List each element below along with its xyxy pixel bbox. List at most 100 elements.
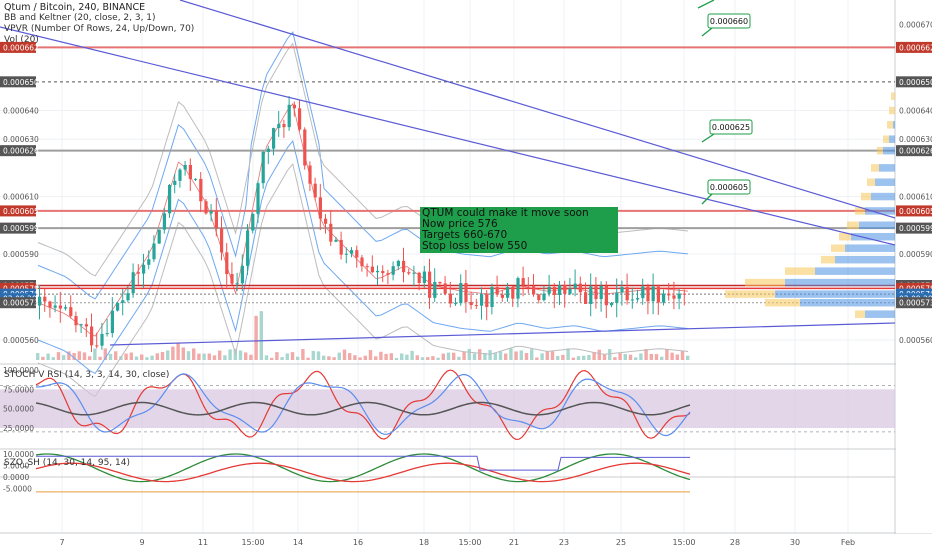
left-price-tick: 0.000640 — [3, 107, 39, 116]
left-price-badge-label: 0.000573 — [3, 299, 39, 308]
candle-body — [126, 293, 130, 301]
candle-body — [303, 129, 307, 166]
volume-bar — [524, 352, 529, 360]
volume-bar — [218, 350, 222, 360]
volume-bar — [623, 353, 627, 360]
candle-body — [500, 294, 504, 298]
candle-body — [194, 178, 198, 180]
candle-body — [334, 239, 338, 242]
trade-idea-note: QTUM could make it move soon Now price 5… — [420, 207, 618, 253]
volume-bar — [51, 357, 55, 360]
volume-bar — [566, 348, 570, 360]
callout-label: 0.000660 — [710, 17, 748, 26]
volume-bar — [535, 357, 539, 360]
candle-body — [386, 273, 390, 275]
vpvr-up-bar — [865, 310, 895, 318]
candle-body — [58, 305, 62, 309]
time-tick-label: 11 — [198, 538, 208, 547]
candle-body — [568, 288, 572, 294]
time-axis[interactable]: 7 9 11 15:00 14 16 18 15:00 21 23 25 15:00 28 30 Feb — [0, 534, 932, 550]
callout-label: 0.000605 — [710, 183, 748, 192]
volume-bar — [509, 348, 513, 360]
indicator-volume[interactable]: Vol (20) — [4, 35, 194, 46]
symbol-title[interactable]: Qtum / Bitcoin, 240, BINANCE — [4, 2, 194, 13]
candle-body — [604, 285, 608, 306]
vpvr-up-bar — [859, 221, 895, 230]
time-tick-label: 15:00 — [241, 538, 264, 547]
volume-bar — [62, 355, 66, 360]
vpvr-down-bar — [831, 244, 845, 252]
volume-bar — [400, 353, 404, 360]
vpvr-down-bar — [867, 178, 875, 186]
indicator-bb-keltner[interactable]: BB and Keltner (20, close, 2, 3, 1) — [4, 13, 194, 24]
candle-body — [641, 286, 645, 299]
volume-bar — [608, 349, 612, 360]
time-tick-label: 15:00 — [672, 538, 695, 547]
volume-bar — [561, 354, 565, 360]
time-tick-label: 15:00 — [458, 538, 481, 547]
time-tick-label: 16 — [353, 538, 363, 547]
candle-body — [396, 260, 400, 267]
candle-body — [459, 282, 463, 304]
volume-bar — [441, 353, 445, 360]
candle-body — [157, 229, 161, 244]
callout-pointer — [701, 133, 715, 143]
time-tick-label: 14 — [293, 538, 303, 547]
price-axis[interactable]: 0.000670 0.000640 0.000630 0.000610 0.000590… — [0, 0, 932, 533]
volume-bar — [452, 352, 456, 360]
candle-body — [329, 223, 333, 242]
volume-bar — [639, 353, 643, 360]
candle-body — [277, 124, 281, 129]
candle-body — [412, 272, 416, 274]
candle-body — [251, 213, 255, 231]
szo-upper-line — [36, 455, 690, 471]
volume-bar — [56, 352, 61, 360]
candle-body — [506, 287, 510, 298]
szo-tick-left: -5.0000 — [3, 485, 32, 494]
vpvr-down-bar — [891, 92, 895, 100]
candle-body — [537, 294, 541, 301]
volume-bar — [337, 352, 341, 360]
price-tick-label: 0.000670 — [899, 20, 932, 29]
volume-bar — [108, 353, 113, 360]
volume-bar — [358, 357, 362, 360]
candle-body — [578, 283, 582, 293]
candle-body — [183, 165, 187, 170]
candle-body — [391, 266, 395, 275]
chart-canvas[interactable]: 0.0006600.0006250.000605 100.0000100.000… — [0, 0, 932, 550]
vpvr-down-bar — [855, 310, 865, 318]
candle-body — [584, 292, 588, 304]
candle-body — [110, 310, 114, 334]
price-badge-label: 0.000662 — [899, 43, 932, 52]
candle-body — [230, 274, 234, 284]
volume-bar — [462, 351, 466, 360]
volume-bar — [654, 354, 659, 360]
volume-bar — [374, 356, 378, 360]
candle-body — [64, 307, 68, 309]
szo-title[interactable]: SZO_SH (14, 30, 14, 95, 14) — [4, 458, 130, 469]
volume-bar — [77, 351, 81, 360]
volume-bar — [368, 350, 373, 360]
candle-body — [599, 285, 603, 300]
candle-body — [490, 287, 494, 307]
candle-body — [90, 326, 94, 346]
indicator-vpvr[interactable]: VPVR (Number Of Rows, 24, Up/Down, 70) — [4, 24, 194, 35]
volume-bar — [124, 353, 128, 360]
stoch-title[interactable]: STOCH V RSI (14, 3, 3, 14, 30, close) — [4, 370, 169, 381]
volume-bar — [665, 349, 669, 360]
volume-bar — [634, 357, 638, 360]
candle-body — [173, 180, 177, 185]
candle-body — [121, 300, 125, 303]
left-price-badge-label: 0.000605 — [3, 207, 39, 216]
price-tick-label: 0.000640 — [899, 107, 932, 116]
szo-red-line — [35, 462, 691, 483]
volume-bar — [327, 356, 331, 360]
volume-bar — [431, 356, 435, 360]
volume-bar — [212, 355, 217, 360]
candle-body — [610, 302, 614, 306]
candle-body — [292, 104, 296, 109]
volume-bar — [322, 355, 326, 360]
stoch-legend: STOCH V RSI (14, 3, 3, 14, 30, close) — [4, 370, 169, 381]
volume-bar — [457, 356, 461, 360]
vpvr-up-bar — [889, 135, 895, 143]
